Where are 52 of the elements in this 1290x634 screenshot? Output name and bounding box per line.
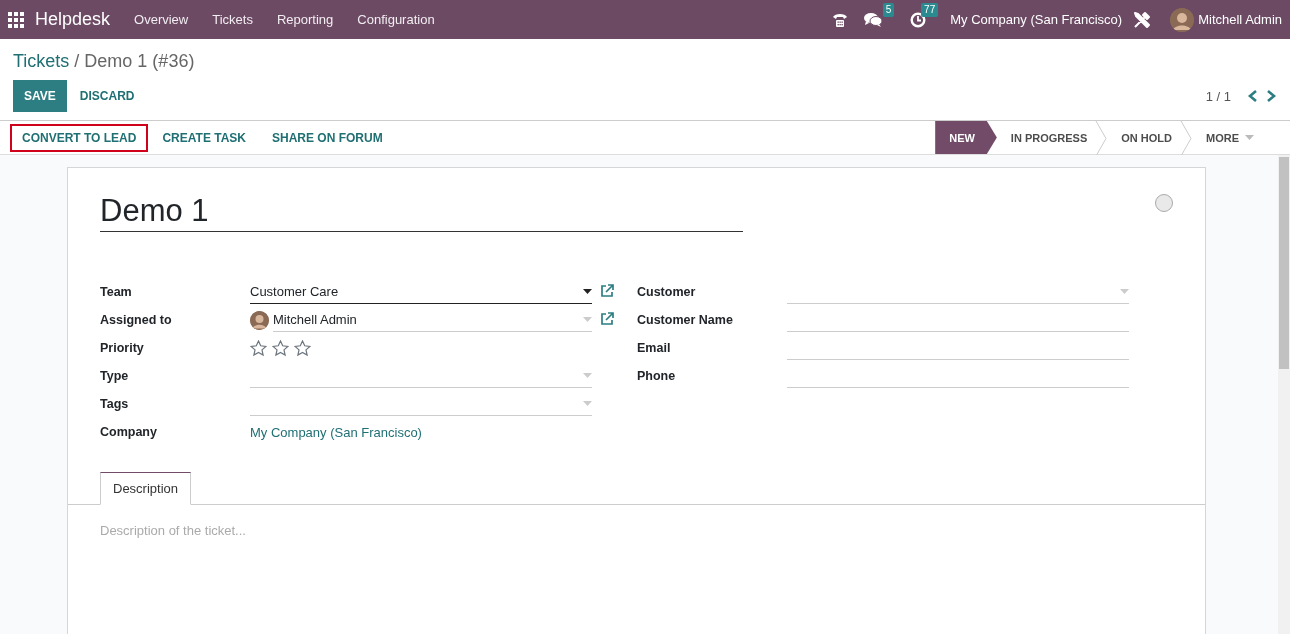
field-label: Customer (637, 285, 697, 299)
notebook-tab[interactable]: Description (100, 472, 192, 505)
field-label: Phone (637, 369, 677, 383)
scrollbar[interactable] (1278, 155, 1290, 634)
discard-button[interactable]: DISCARD (66, 81, 148, 111)
status-stage[interactable]: ON HOLD (1107, 121, 1180, 154)
menu-item[interactable]: Configuration (345, 12, 447, 27)
dropdown-field[interactable]: Mitchell Admin (273, 308, 592, 332)
app-name[interactable]: Helpdesk (35, 9, 111, 30)
menu-item[interactable]: Reporting (264, 12, 346, 27)
menu-item[interactable]: Tickets (200, 12, 265, 27)
field-label: Type (100, 369, 130, 383)
activity-count-badge: 77 (921, 2, 939, 17)
menu-item[interactable]: Overview (122, 12, 201, 27)
header-button[interactable]: CONVERT TO LEAD (10, 123, 149, 152)
breadcrumb-link[interactable]: Tickets (13, 51, 70, 72)
caret-icon[interactable] (583, 289, 592, 294)
user-avatar (250, 310, 269, 330)
pager-value: 1 / 1 (1205, 88, 1231, 104)
breadcrumb-current: / Demo 1 (#36) (74, 51, 195, 72)
header-button[interactable]: CREATE TASK (150, 123, 258, 152)
phone-icon[interactable] (832, 11, 849, 28)
field-label: Team (100, 285, 133, 299)
message-count-badge: 5 (882, 3, 895, 17)
field-label: Company (100, 425, 158, 439)
chat-icon[interactable] (864, 12, 883, 27)
user-name[interactable]: Mitchell Admin (1198, 12, 1282, 27)
status-stage[interactable]: MORE (1192, 121, 1262, 154)
external-link-icon[interactable] (600, 283, 614, 298)
next-icon[interactable] (1265, 89, 1277, 103)
external-link-icon[interactable] (600, 311, 614, 326)
dropdown-field[interactable]: Customer Care (250, 280, 592, 304)
field-label: Customer Name (637, 313, 734, 327)
field-label: Assigned to (100, 313, 173, 327)
star-icon[interactable] (294, 339, 311, 357)
field-label: Email (637, 341, 672, 355)
save-button[interactable]: SAVE (13, 80, 67, 112)
status-stage[interactable]: NEW (935, 121, 997, 154)
field-label: Tags (100, 397, 130, 411)
star-icon[interactable] (250, 339, 267, 357)
company-switcher[interactable]: My Company (San Francisco) (950, 12, 1123, 27)
status-stage[interactable]: IN PROGRESS (996, 121, 1096, 154)
apps-menu-icon[interactable] (8, 11, 24, 28)
star-icon[interactable] (272, 339, 289, 357)
caret-icon (1245, 135, 1254, 140)
field-label: Priority (100, 341, 145, 355)
tools-icon[interactable] (1132, 9, 1153, 30)
clock-icon[interactable] (910, 11, 927, 28)
company-link[interactable]: My Company (San Francisco) (250, 424, 422, 440)
header-button[interactable]: SHARE ON FORUM (260, 123, 395, 152)
previous-icon[interactable] (1247, 89, 1259, 103)
ticket-title[interactable]: Demo 1 (100, 192, 743, 232)
